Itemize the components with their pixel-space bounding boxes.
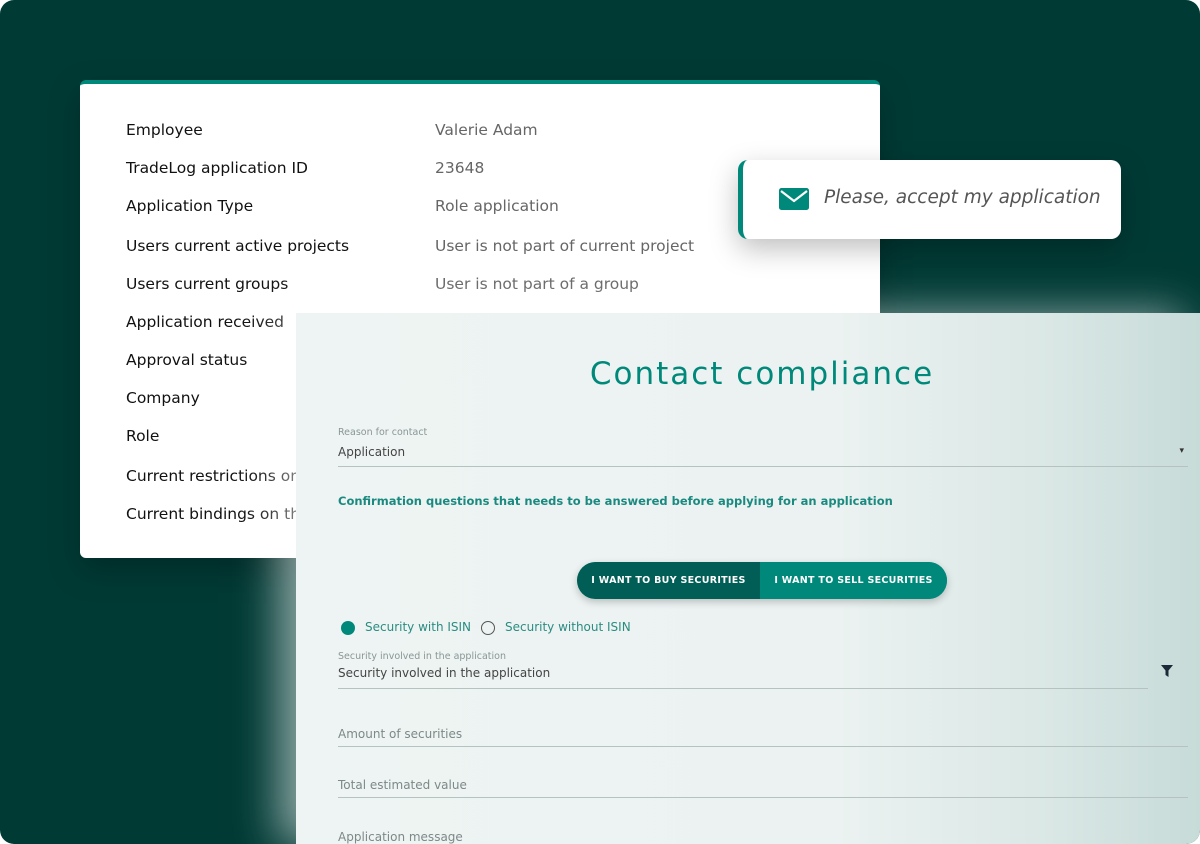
amount-of-securities-input[interactable]: Amount of securities: [338, 725, 1188, 747]
radio-unchecked-icon[interactable]: [481, 621, 495, 635]
detail-value: Role application: [435, 197, 559, 215]
reason-field-label: Reason for contact: [338, 427, 428, 438]
detail-label: Application received: [126, 313, 285, 331]
detail-row-active-projects: Users current active projects User is no…: [126, 237, 846, 261]
page-title: Contact compliance: [589, 356, 935, 392]
radio-label: Security with ISIN: [365, 620, 472, 634]
radio-security-without-isin[interactable]: Security without ISIN: [481, 620, 631, 636]
detail-label: Approval status: [126, 351, 248, 369]
detail-label: Employee: [126, 121, 203, 139]
detail-label: TradeLog application ID: [126, 159, 308, 177]
detail-label: Application Type: [126, 197, 254, 215]
detail-label: Users current active projects: [126, 237, 350, 255]
detail-label: Company: [126, 389, 200, 407]
radio-security-with-isin[interactable]: Security with ISIN: [341, 620, 471, 636]
message-placeholder: Application message: [338, 830, 463, 844]
detail-label: Current restrictions on: [126, 467, 301, 485]
filter-icon[interactable]: [1161, 665, 1173, 677]
total-estimated-value-input[interactable]: Total estimated value: [338, 776, 1188, 798]
radio-label: Security without ISIN: [505, 620, 631, 634]
field-underline: [338, 797, 1188, 798]
security-field-label: Security involved in the application: [338, 651, 506, 662]
contact-compliance-panel: Contact compliance Reason for contact Ap…: [296, 313, 1200, 844]
reason-for-contact-select[interactable]: Reason for contact Application ▾: [338, 427, 1188, 467]
buy-securities-button[interactable]: I WANT TO BUY SECURITIES: [577, 562, 760, 599]
radio-checked-icon[interactable]: [341, 621, 355, 635]
app-background: Employee Valerie Adam TradeLog applicati…: [0, 0, 1200, 844]
detail-value: User is not part of a group: [435, 275, 639, 293]
field-underline: [338, 466, 1188, 467]
detail-row-employee: Employee Valerie Adam: [126, 121, 846, 145]
envelope-icon: [779, 188, 809, 210]
field-underline: [338, 688, 1148, 689]
amount-placeholder: Amount of securities: [338, 727, 463, 741]
detail-value: Valerie Adam: [435, 121, 538, 139]
total-placeholder: Total estimated value: [338, 778, 467, 792]
application-message-bubble: Please, accept my application: [738, 160, 1121, 239]
confirmation-instructions: Confirmation questions that needs to be …: [338, 494, 893, 508]
application-message-input[interactable]: Application message: [338, 828, 1188, 844]
detail-label: Users current groups: [126, 275, 289, 293]
security-involved-input[interactable]: Security involved in the application Sec…: [338, 651, 1148, 689]
detail-row-current-groups: Users current groups User is not part of…: [126, 275, 846, 299]
detail-label: Current bindings on thi: [126, 505, 305, 523]
chevron-down-icon[interactable]: ▾: [1179, 446, 1184, 456]
buy-sell-toggle: I WANT TO BUY SECURITIES I WANT TO SELL …: [577, 562, 947, 599]
reason-field-value: Application: [338, 445, 406, 459]
message-text: Please, accept my application: [824, 187, 1101, 208]
detail-value: User is not part of current project: [435, 237, 695, 255]
detail-label: Role: [126, 427, 160, 445]
detail-value: 23648: [435, 159, 485, 177]
security-field-value: Security involved in the application: [338, 666, 551, 680]
field-underline: [338, 746, 1188, 747]
sell-securities-button[interactable]: I WANT TO SELL SECURITIES: [760, 562, 947, 599]
